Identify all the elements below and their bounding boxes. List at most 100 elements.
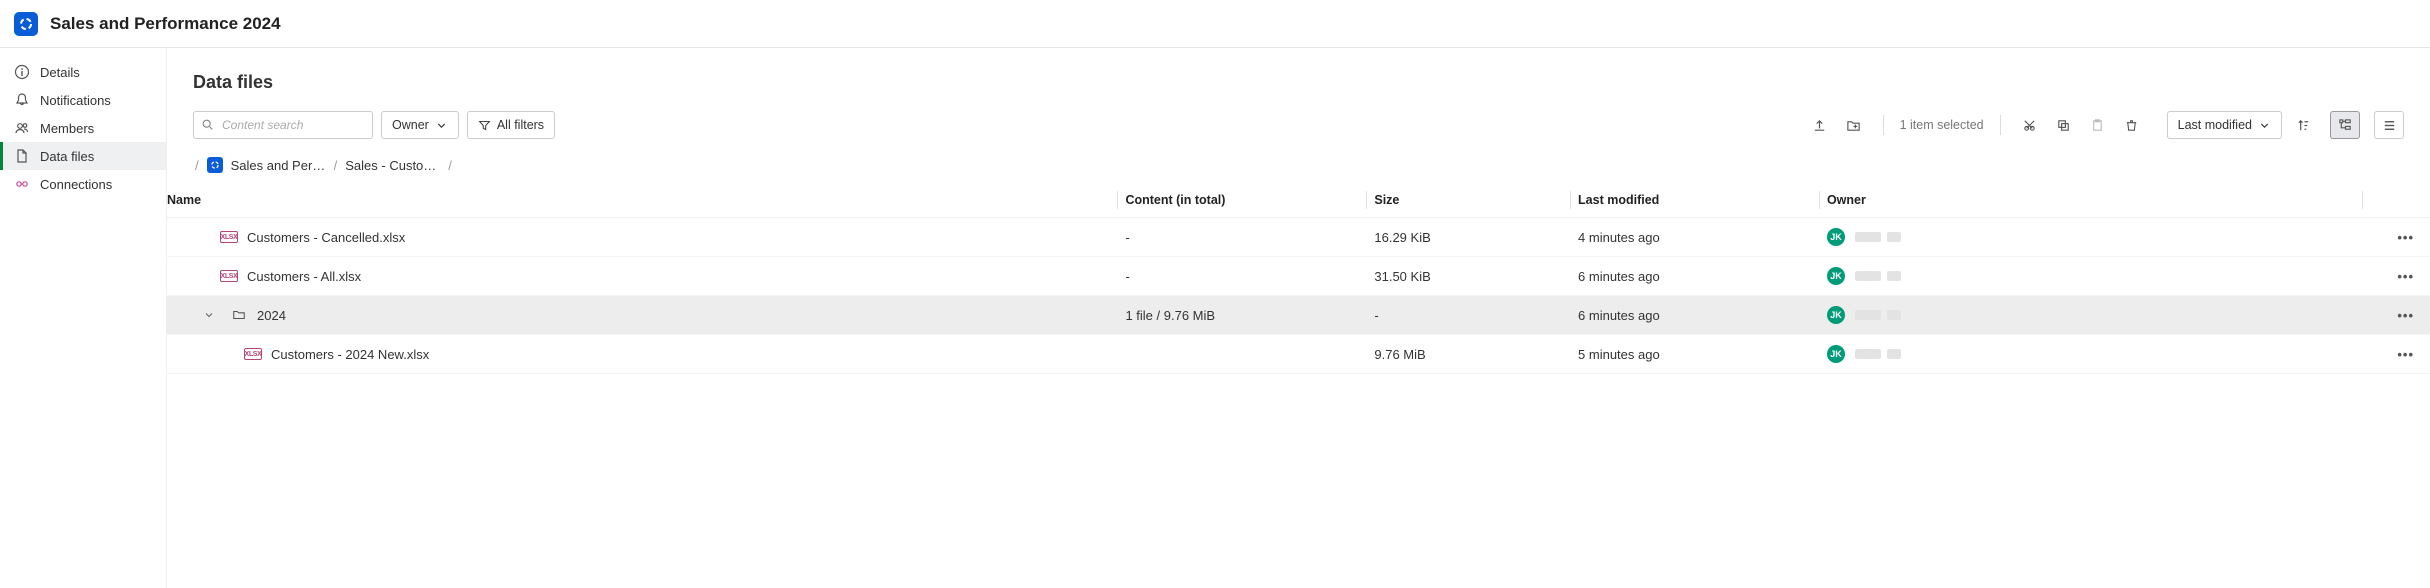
paste-button <box>2085 111 2111 139</box>
table-row[interactable]: XLSXCustomers - 2024 New.xlsx9.76 MiB5 m… <box>167 335 2430 374</box>
cut-button[interactable] <box>2017 111 2043 139</box>
sidebar-item-notifications[interactable]: Notifications <box>0 86 166 114</box>
owner-name-placeholder <box>1855 271 1881 281</box>
table-row[interactable]: XLSXCustomers - Cancelled.xlsx-16.29 KiB… <box>167 218 2430 257</box>
avatar: JK <box>1827 228 1845 246</box>
new-folder-icon <box>1846 118 1861 133</box>
sort-button[interactable]: Last modified <box>2167 111 2282 139</box>
cell-size: 9.76 MiB <box>1366 335 1570 374</box>
new-folder-button[interactable] <box>1841 111 1867 139</box>
section-title: Data files <box>193 72 2404 93</box>
divider <box>1883 115 1884 135</box>
breadcrumb: / Sales and Perf… / Sales - Custom… / <box>193 157 2404 173</box>
top-header: Sales and Performance 2024 <box>0 0 2430 48</box>
col-modified[interactable]: Last modified <box>1570 183 1819 218</box>
sidebar-item-details[interactable]: Details <box>0 58 166 86</box>
chevron-down-icon[interactable] <box>203 309 215 321</box>
sidebar: Details Notifications Members Data files… <box>0 48 167 588</box>
avatar: JK <box>1827 267 1845 285</box>
col-size[interactable]: Size <box>1366 183 1570 218</box>
chevron-down-icon <box>435 119 448 132</box>
paste-icon <box>2090 118 2105 133</box>
item-name: Customers - All.xlsx <box>247 269 361 284</box>
cell-size: 16.29 KiB <box>1366 218 1570 257</box>
owner-name-placeholder <box>1855 310 1881 320</box>
cell-size: 31.50 KiB <box>1366 257 1570 296</box>
view-list-button[interactable] <box>2374 111 2404 139</box>
owner-name-placeholder <box>1887 310 1901 320</box>
all-filters-label: All filters <box>497 118 544 132</box>
copy-icon <box>2056 118 2071 133</box>
col-content[interactable]: Content (in total) <box>1117 183 1366 218</box>
file-icon <box>14 148 30 164</box>
table-row[interactable]: 20241 file / 9.76 MiB-6 minutes agoJK••• <box>167 296 2430 335</box>
item-name: Customers - 2024 New.xlsx <box>271 347 429 362</box>
delete-button[interactable] <box>2119 111 2145 139</box>
files-table: Name Content (in total) Size Last modifi… <box>167 183 2430 374</box>
users-icon <box>14 120 30 136</box>
sidebar-item-label: Members <box>40 121 94 136</box>
sort-direction-button[interactable] <box>2290 111 2316 139</box>
cell-modified: 6 minutes ago <box>1570 257 1819 296</box>
app-icon <box>14 12 38 36</box>
all-filters-button[interactable]: All filters <box>467 111 555 139</box>
page-title: Sales and Performance 2024 <box>50 14 281 34</box>
col-owner[interactable]: Owner <box>1819 183 2362 218</box>
breadcrumb-sep: / <box>334 158 338 173</box>
toolbar: Owner All filters 1 item selected <box>193 111 2404 139</box>
cell-owner: JK <box>1819 218 2362 257</box>
row-menu-button[interactable]: ••• <box>2397 347 2414 362</box>
sidebar-item-connections[interactable]: Connections <box>0 170 166 198</box>
row-menu-button[interactable]: ••• <box>2397 269 2414 284</box>
table-row[interactable]: XLSX Customers - All.xlsx -31.50 KiB6 minu… <box>167 257 2430 296</box>
owner-filter-button[interactable]: Owner <box>381 111 459 139</box>
copy-button[interactable] <box>2051 111 2077 139</box>
cut-icon <box>2022 118 2037 133</box>
avatar: JK <box>1827 345 1845 363</box>
sidebar-item-data-files[interactable]: Data files <box>0 142 166 170</box>
breadcrumb-root[interactable]: Sales and Perf… <box>231 158 326 173</box>
bell-icon <box>14 92 30 108</box>
table-header-row: Name Content (in total) Size Last modifi… <box>167 183 2430 218</box>
breadcrumb-sep: / <box>195 158 199 173</box>
cell-modified: 6 minutes ago <box>1570 296 1819 335</box>
row-menu-button[interactable]: ••• <box>2397 308 2414 323</box>
search-input[interactable] <box>193 111 373 139</box>
xlsx-icon: XLSX <box>221 230 237 244</box>
sidebar-item-label: Notifications <box>40 93 111 108</box>
cell-content: - <box>1117 257 1366 296</box>
cell-content <box>1117 335 1366 374</box>
view-tree-button[interactable] <box>2330 111 2360 139</box>
cell-modified: 4 minutes ago <box>1570 218 1819 257</box>
sidebar-item-members[interactable]: Members <box>0 114 166 142</box>
trash-icon <box>2124 118 2139 133</box>
tree-view-icon <box>2338 118 2353 133</box>
owner-name-placeholder <box>1887 232 1901 242</box>
owner-name-placeholder <box>1887 271 1901 281</box>
xlsx-icon: XLSX <box>221 269 237 283</box>
item-name: 2024 <box>257 308 286 323</box>
sort-direction-icon <box>2296 118 2311 133</box>
owner-name-placeholder <box>1855 232 1881 242</box>
search-icon <box>201 118 215 132</box>
cell-owner: JK <box>1819 296 2362 335</box>
folder-icon <box>231 308 247 322</box>
selection-count: 1 item selected <box>1900 118 1984 132</box>
item-name: Customers - Cancelled.xlsx <box>247 230 405 245</box>
avatar: JK <box>1827 306 1845 324</box>
owner-name-placeholder <box>1855 349 1881 359</box>
sort-label: Last modified <box>2178 118 2252 132</box>
owner-name-placeholder <box>1887 349 1901 359</box>
col-name[interactable]: Name <box>167 183 1117 218</box>
filter-icon <box>478 119 491 132</box>
list-view-icon <box>2382 118 2397 133</box>
row-menu-button[interactable]: ••• <box>2397 230 2414 245</box>
sidebar-item-label: Data files <box>40 149 94 164</box>
breadcrumb-current[interactable]: Sales - Custom… <box>345 158 440 173</box>
upload-button[interactable] <box>1807 111 1833 139</box>
upload-icon <box>1812 118 1827 133</box>
space-icon <box>207 157 223 173</box>
info-icon <box>14 64 30 80</box>
xlsx-icon: XLSX <box>245 347 261 361</box>
owner-filter-label: Owner <box>392 118 429 132</box>
